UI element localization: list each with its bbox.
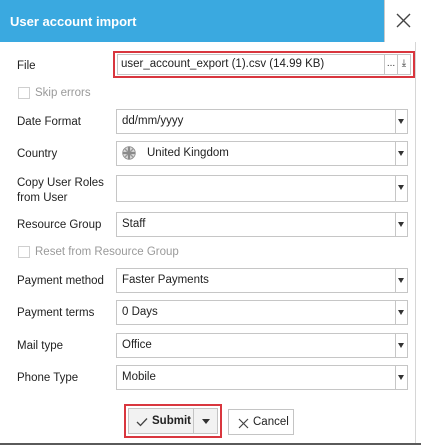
chevron-down-icon[interactable]: [395, 269, 407, 292]
chevron-down-icon[interactable]: [395, 213, 407, 236]
phone-type-label: Phone Type: [17, 372, 79, 384]
dialog-border: [415, 42, 416, 445]
mail-type-select[interactable]: Office: [116, 333, 408, 358]
skip-errors-checkbox[interactable]: [18, 87, 30, 99]
date-format-value: dd/mm/yyyy: [122, 115, 184, 127]
payment-terms-value: 0 Days: [122, 306, 158, 318]
resource-group-label: Resource Group: [17, 219, 102, 231]
mail-type-value: Office: [122, 339, 152, 351]
skip-errors-label: Skip errors: [35, 87, 91, 99]
dialog-titlebar: User account import: [0, 0, 384, 42]
resource-group-select[interactable]: Staff: [116, 212, 408, 237]
copy-roles-select[interactable]: [116, 175, 408, 202]
submit-dropdown-button[interactable]: [194, 408, 218, 434]
file-name: user_account_export (1).csv (14.99 KB): [121, 58, 325, 70]
download-icon[interactable]: ⤓: [397, 55, 410, 74]
mail-type-label: Mail type: [17, 340, 64, 352]
phone-type-value: Mobile: [122, 371, 156, 383]
uk-flag-icon: [122, 146, 136, 160]
dialog-title: User account import: [10, 14, 137, 29]
date-format-label: Date Format: [17, 116, 81, 128]
chevron-down-icon[interactable]: [395, 301, 407, 324]
chevron-down-icon[interactable]: [395, 142, 407, 165]
reset-resource-group-label: Reset from Resource Group: [35, 246, 179, 258]
submit-button[interactable]: Submit: [128, 408, 194, 434]
browse-button[interactable]: ...: [384, 55, 397, 74]
phone-type-select[interactable]: Mobile: [116, 365, 408, 390]
chevron-down-icon[interactable]: [395, 176, 407, 201]
submit-label: Submit: [152, 415, 191, 427]
close-icon: [238, 418, 249, 429]
payment-terms-select[interactable]: 0 Days: [116, 300, 408, 325]
country-label: Country: [17, 148, 58, 160]
chevron-down-icon[interactable]: [395, 366, 407, 389]
payment-method-label: Payment method: [17, 275, 104, 287]
country-value: United Kingdom: [147, 147, 229, 159]
dialog-body: File user_account_export (1).csv (14.99 …: [0, 42, 421, 445]
country-select[interactable]: United Kingdom: [116, 141, 408, 166]
cancel-label: Cancel: [253, 416, 289, 428]
resource-group-value: Staff: [122, 218, 146, 230]
copy-roles-label-line1: Copy User Roles: [17, 177, 104, 189]
payment-method-value: Faster Payments: [122, 274, 209, 286]
date-format-select[interactable]: dd/mm/yyyy: [116, 109, 408, 134]
payment-terms-label: Payment terms: [17, 307, 95, 319]
cancel-button[interactable]: Cancel: [228, 409, 294, 435]
payment-method-select[interactable]: Faster Payments: [116, 268, 408, 293]
file-label: File: [17, 60, 36, 72]
close-button[interactable]: [384, 0, 421, 42]
reset-resource-group-checkbox[interactable]: [18, 246, 30, 258]
copy-roles-label-line2: from User: [17, 192, 68, 204]
chevron-down-icon[interactable]: [395, 334, 407, 357]
checkmark-icon: [136, 418, 148, 427]
file-field[interactable]: user_account_export (1).csv (14.99 KB) .…: [117, 54, 411, 75]
close-icon: [396, 13, 411, 28]
chevron-down-icon[interactable]: [395, 110, 407, 133]
